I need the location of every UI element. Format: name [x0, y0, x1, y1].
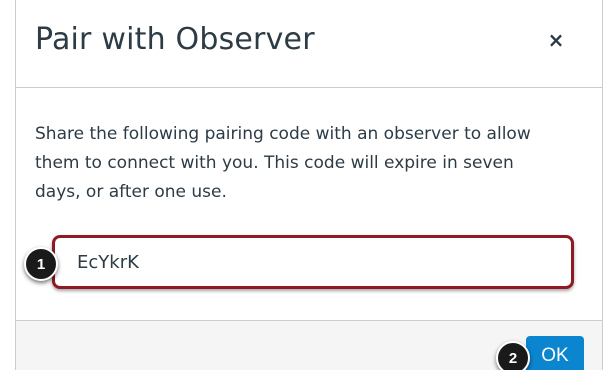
close-icon[interactable]: ×: [544, 28, 568, 52]
pairing-instructions: Share the following pairing code with an…: [35, 124, 531, 202]
dialog-title: Pair with Observer: [35, 22, 315, 57]
pair-with-observer-dialog: Pair with Observer × Share the following…: [15, 0, 603, 370]
dialog-body: Share the following pairing code with an…: [16, 88, 602, 320]
callout-badge-2: 2: [496, 341, 530, 370]
pairing-code-field[interactable]: [52, 235, 574, 289]
dialog-footer: OK 2: [16, 320, 602, 370]
page: Pair with Observer × Share the following…: [0, 0, 603, 370]
callout-badge-1: 1: [24, 247, 58, 281]
ok-button[interactable]: OK: [526, 336, 584, 370]
dialog-header: Pair with Observer ×: [16, 0, 602, 88]
